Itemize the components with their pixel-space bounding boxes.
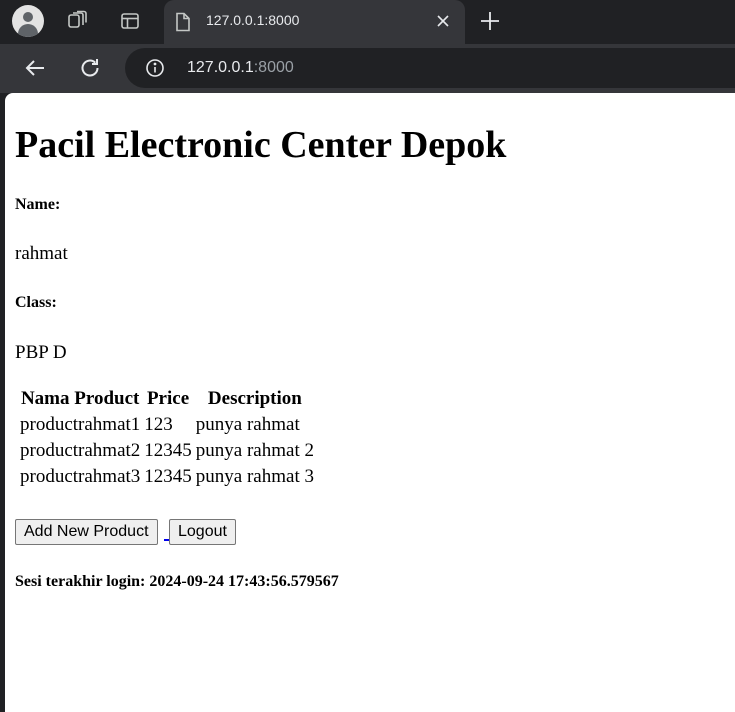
table-row: productrahmat2 12345 punya rahmat 2 [19, 439, 315, 463]
product-price-cell: 12345 [144, 440, 192, 461]
address-bar[interactable]: 127.0.0.1:8000 [125, 48, 735, 88]
url-port: :8000 [253, 59, 294, 76]
product-name-cell: productrahmat3 [20, 466, 141, 487]
class-label: Class: [15, 294, 57, 311]
product-price-cell: 12345 [144, 466, 192, 487]
close-tab-icon[interactable] [434, 12, 452, 35]
column-header-description: Description [207, 388, 302, 409]
class-value: PBP D [15, 342, 67, 363]
product-description-cell: punya rahmat 3 [195, 466, 314, 487]
table-row: productrahmat1 123 punya rahmat [19, 413, 315, 437]
column-header-nama-product: Nama Product [20, 388, 140, 409]
active-tab[interactable]: 127.0.0.1:8000 [164, 0, 465, 44]
table-header-row: Nama Product Price Description [19, 387, 315, 411]
tab-strip: 127.0.0.1:8000 [0, 0, 735, 44]
last-login-text: Sesi terakhir login: 2024-09-24 17:43:56… [15, 573, 339, 590]
page-viewport: Pacil Electronic Center Depok Name: rahm… [5, 93, 735, 712]
table-row: productrahmat3 12345 punya rahmat 3 [19, 465, 315, 489]
product-name-cell: productrahmat2 [20, 440, 141, 461]
reload-icon[interactable] [77, 55, 103, 81]
add-new-product-button[interactable]: Add New Product [15, 519, 158, 545]
product-price-cell: 123 [144, 414, 173, 435]
product-description-cell: punya rahmat [195, 414, 300, 435]
page-title: Pacil Electronic Center Depok [15, 124, 507, 166]
site-info-icon[interactable] [145, 58, 165, 83]
browser-toolbar: 127.0.0.1:8000 [0, 44, 735, 93]
product-name-cell: productrahmat1 [20, 414, 141, 435]
tab-groups-icon[interactable] [65, 9, 89, 33]
tab-title: 127.0.0.1:8000 [206, 12, 300, 28]
url-host: 127.0.0.1 [187, 59, 254, 76]
product-description-cell: punya rahmat 2 [195, 440, 314, 461]
back-arrow-icon[interactable] [22, 55, 48, 81]
name-label: Name: [15, 196, 61, 213]
logout-button[interactable]: Logout [169, 519, 236, 545]
new-tab-plus-icon[interactable] [478, 9, 502, 38]
profile-avatar-icon[interactable] [12, 5, 44, 37]
page-document-icon [174, 12, 192, 37]
product-table: Nama Product Price Description productra… [17, 385, 317, 491]
url-text[interactable]: 127.0.0.1:8000 [187, 59, 294, 77]
vertical-tabs-icon[interactable] [118, 9, 142, 33]
column-header-price: Price [146, 388, 190, 409]
name-value: rahmat [15, 243, 68, 264]
